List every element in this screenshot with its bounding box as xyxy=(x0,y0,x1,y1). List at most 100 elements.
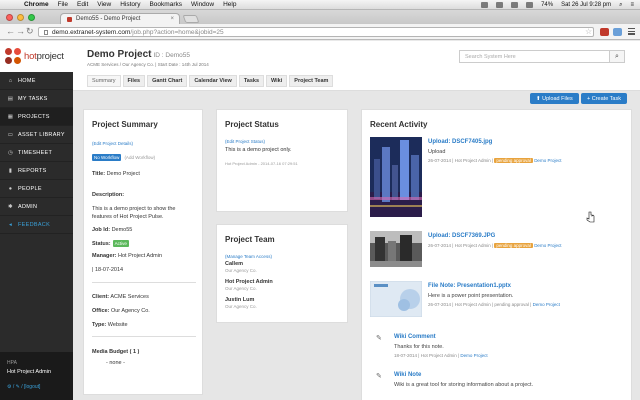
reload-icon[interactable]: ↻ xyxy=(26,27,34,36)
create-task-button[interactable]: + Create Task xyxy=(581,93,627,104)
team-member-org: Our Agency Co. xyxy=(225,268,257,273)
client-label: Client: xyxy=(92,294,110,300)
list-icon[interactable]: ≡ xyxy=(630,2,634,8)
close-tab-icon[interactable]: × xyxy=(170,16,174,22)
user-links[interactable]: ⚙ / ✎ / [logout] xyxy=(7,384,66,390)
status-label: Status: xyxy=(92,240,111,247)
pencil-icon: ✎ xyxy=(376,373,382,380)
favicon-icon xyxy=(67,16,72,22)
activity-title[interactable]: Wiki Note xyxy=(394,372,421,378)
sidebar-item-projects[interactable]: ▦ PROJECTS xyxy=(0,108,73,126)
menu-help[interactable]: Help xyxy=(223,1,236,8)
activity-project-link[interactable]: Demo Project xyxy=(533,302,560,307)
tab-gantt-chart[interactable]: Gantt Chart xyxy=(147,75,188,87)
extension-icon[interactable] xyxy=(600,28,609,36)
back-icon[interactable]: ← xyxy=(6,27,15,36)
clock[interactable]: Sat 26 Jul 9:28 pm xyxy=(561,2,611,8)
menu-file[interactable]: File xyxy=(58,1,68,8)
activity-item: Upload: DSCF7369.JPG 26-07-2014 | Hot Pr… xyxy=(370,231,625,267)
sidebar-item-reports[interactable]: ▮ REPORTS xyxy=(0,162,73,180)
activity-item: File Note: Presentation1.pptx Here is a … xyxy=(370,281,625,317)
tab-calendar-view[interactable]: Calendar View xyxy=(189,75,237,87)
type-label: Type: xyxy=(92,322,107,328)
sidebar-item-timesheet[interactable]: ◷ TIMESHEET xyxy=(0,144,73,162)
browser-toolbar: ← → ↻ demo.extranet-system.com /job.php?… xyxy=(0,24,640,40)
upload-files-button[interactable]: ⬆ Upload Files xyxy=(530,93,579,104)
main-content: Demo Project ID : Demo55 ACME Services / … xyxy=(73,41,640,400)
activity-title[interactable]: Upload: DSCF7405.jpg xyxy=(428,139,492,145)
tab-tasks[interactable]: Tasks xyxy=(238,75,265,87)
new-tab-button[interactable] xyxy=(182,15,200,23)
logo[interactable]: hotproject xyxy=(0,41,73,72)
activity-subtitle: Wiki is a great tool for storing informa… xyxy=(394,382,534,388)
home-icon: ⌂ xyxy=(8,77,13,84)
extension-icon[interactable] xyxy=(613,28,622,36)
tasks-icon: ▤ xyxy=(7,95,14,102)
sidebar-item-my-tasks[interactable]: ▤ MY TASKS xyxy=(0,90,73,108)
search-button[interactable]: ⌕ xyxy=(609,51,624,62)
activity-subtitle: Upload xyxy=(428,149,446,155)
tab-files[interactable]: Files xyxy=(122,75,146,87)
status-icon[interactable] xyxy=(496,2,504,8)
menu-edit[interactable]: Edit xyxy=(77,1,88,8)
activity-thumbnail[interactable] xyxy=(370,137,422,217)
bookmark-star-icon[interactable]: ☆ xyxy=(585,27,592,36)
title-label: Title: xyxy=(92,171,106,177)
address-bar[interactable]: demo.extranet-system.com /job.php?action… xyxy=(38,27,594,37)
forward-icon[interactable]: → xyxy=(16,27,25,36)
feedback-icon: ◂ xyxy=(8,221,13,228)
url-host: demo.extranet-system.com xyxy=(52,28,131,36)
menu-bookmarks[interactable]: Bookmarks xyxy=(149,1,182,8)
activity-project-link[interactable]: Demo Project xyxy=(534,243,561,248)
team-member-name[interactable]: Hot Project Admin xyxy=(225,279,273,285)
browser-tab[interactable]: Demo55 - Demo Project × xyxy=(60,13,180,24)
menu-history[interactable]: History xyxy=(120,1,140,8)
browser-menu-icon[interactable] xyxy=(628,28,635,35)
menu-app[interactable]: Chrome xyxy=(24,1,49,8)
tab-summary[interactable]: Summary xyxy=(87,75,121,87)
activity-project-link[interactable]: Demo Project xyxy=(460,353,487,358)
status-badge: Active xyxy=(112,240,129,247)
client-value: ACME Services xyxy=(110,294,149,300)
tab-wiki[interactable]: Wiki xyxy=(266,75,288,87)
team-member-name[interactable]: Callem xyxy=(225,261,243,267)
minimize-window-button[interactable] xyxy=(17,14,24,21)
activity-title[interactable]: Upload: DSCF7369.JPG xyxy=(428,233,495,239)
project-meta: ACME Services / Our Agency Co. | Start D… xyxy=(87,62,209,67)
activity-project-link[interactable]: Demo Project xyxy=(534,158,561,163)
tab-project-team[interactable]: Project Team xyxy=(289,75,334,87)
sidebar-item-admin[interactable]: ✱ ADMIN xyxy=(0,198,73,216)
status-icon[interactable] xyxy=(481,2,489,8)
people-icon: ● xyxy=(8,185,13,192)
project-summary-card: Project Summary (Edit Project Details) N… xyxy=(83,109,203,395)
activity-title[interactable]: File Note: Presentation1.pptx xyxy=(428,283,511,289)
search-input[interactable]: Search System Here xyxy=(460,51,609,62)
team-member-name[interactable]: Justin Lum xyxy=(225,297,254,303)
sidebar-item-people[interactable]: ● PEOPLE xyxy=(0,180,73,198)
add-workflow-link[interactable]: (Add Workflow) xyxy=(124,155,155,160)
menu-view[interactable]: View xyxy=(97,1,111,8)
search-icon[interactable]: ⌕ xyxy=(619,2,622,9)
page-title: Demo Project ID : Demo55 xyxy=(87,49,190,60)
menu-window[interactable]: Window xyxy=(191,1,214,8)
zoom-window-button[interactable] xyxy=(28,14,35,21)
activity-title[interactable]: Wiki Comment xyxy=(394,334,436,340)
battery-level[interactable]: 74% xyxy=(541,2,553,8)
project-title: Demo Project xyxy=(87,49,152,60)
manage-team-link[interactable]: (Manage Team Access) xyxy=(225,254,272,259)
logo-mark-icon xyxy=(5,48,22,65)
sidebar-item-label: PROJECTS xyxy=(18,113,50,120)
sidebar: hotproject ⌂ HOME ▤ MY TASKS ▦ PROJECTS ▭ AS… xyxy=(0,41,73,400)
description-label: Description: xyxy=(92,192,125,198)
volume-icon[interactable] xyxy=(526,2,534,8)
activity-thumbnail[interactable] xyxy=(370,231,422,267)
edit-project-status-link[interactable]: (Edit Project Status) xyxy=(225,139,265,144)
jobid-label: Job Id: xyxy=(92,227,111,233)
edit-project-details-link[interactable]: (Edit Project Details) xyxy=(92,141,133,146)
close-window-button[interactable] xyxy=(6,14,13,21)
activity-thumbnail[interactable] xyxy=(370,281,422,317)
sidebar-item-home[interactable]: ⌂ HOME xyxy=(0,72,73,90)
wifi-icon[interactable] xyxy=(511,2,519,8)
sidebar-item-asset-library[interactable]: ▭ ASSET LIBRARY xyxy=(0,126,73,144)
sidebar-item-feedback[interactable]: ◂ FEEDBACK xyxy=(0,216,73,234)
